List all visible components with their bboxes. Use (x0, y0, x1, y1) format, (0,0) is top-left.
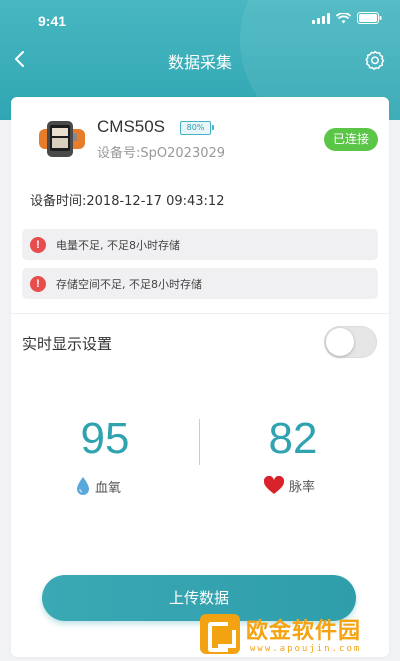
alert-text: 存储空间不足, 不足8小时存储 (56, 277, 202, 291)
realtime-display-toggle[interactable] (324, 326, 377, 358)
nav-bar: 数据采集 (0, 40, 400, 78)
metric-divider (199, 419, 200, 465)
device-id-label: 设备号: (97, 146, 141, 161)
alert-low-storage: ! 存储空间不足, 不足8小时存储 (22, 268, 378, 299)
watermark: 欧金软件园 www.apoujin.com (200, 612, 396, 658)
alert-low-battery: ! 电量不足, 不足8小时存储 (22, 229, 378, 260)
status-time: 9:41 (38, 13, 67, 29)
device-id-value: SpO2023029 (140, 146, 226, 161)
warning-icon: ! (30, 275, 46, 292)
toggle-knob (326, 328, 354, 356)
alert-text: 电量不足, 不足8小时存储 (56, 238, 180, 252)
watermark-title: 欧金软件园 (246, 619, 362, 644)
battery-icon (357, 12, 382, 24)
realtime-display-label: 实时显示设置 (22, 335, 113, 353)
device-name: CMS50S (97, 117, 166, 136)
spo2-value: 95 (80, 414, 130, 463)
device-time: 设备时间:2018-12-17 09:43:12 (30, 190, 224, 209)
page-title: 数据采集 (167, 55, 232, 72)
watermark-logo-icon (200, 614, 240, 654)
connection-status-badge: 已连接 (323, 128, 378, 151)
settings-button[interactable] (364, 49, 386, 71)
pulse-rate-label: 脉率 (289, 480, 316, 495)
device-battery-badge: 80% (180, 121, 214, 135)
device-watch-image (37, 115, 87, 163)
signal-icon (312, 12, 330, 24)
device-card: CMS50S 80% 设备号:SpO2023029 已连接 设备时间:2018-… (11, 97, 389, 657)
pulse-rate-value: 82 (268, 414, 318, 463)
spo2-label-row: 血氧 (75, 476, 121, 496)
wifi-icon (336, 12, 351, 24)
status-bar: 9:41 (0, 0, 400, 40)
device-id: 设备号:SpO2023029 (97, 142, 225, 161)
spo2-label: 血氧 (95, 480, 122, 496)
divider (11, 313, 389, 314)
pulse-rate-label-row: 脉率 (263, 476, 315, 495)
watermark-url: www.apoujin.com (250, 644, 362, 654)
device-time-label: 设备时间: (30, 194, 87, 209)
heart-icon (263, 476, 285, 494)
water-drop-icon (77, 477, 89, 495)
warning-icon: ! (30, 236, 46, 253)
gear-icon (365, 50, 385, 70)
device-time-value: 2018-12-17 09:43:12 (86, 194, 225, 209)
